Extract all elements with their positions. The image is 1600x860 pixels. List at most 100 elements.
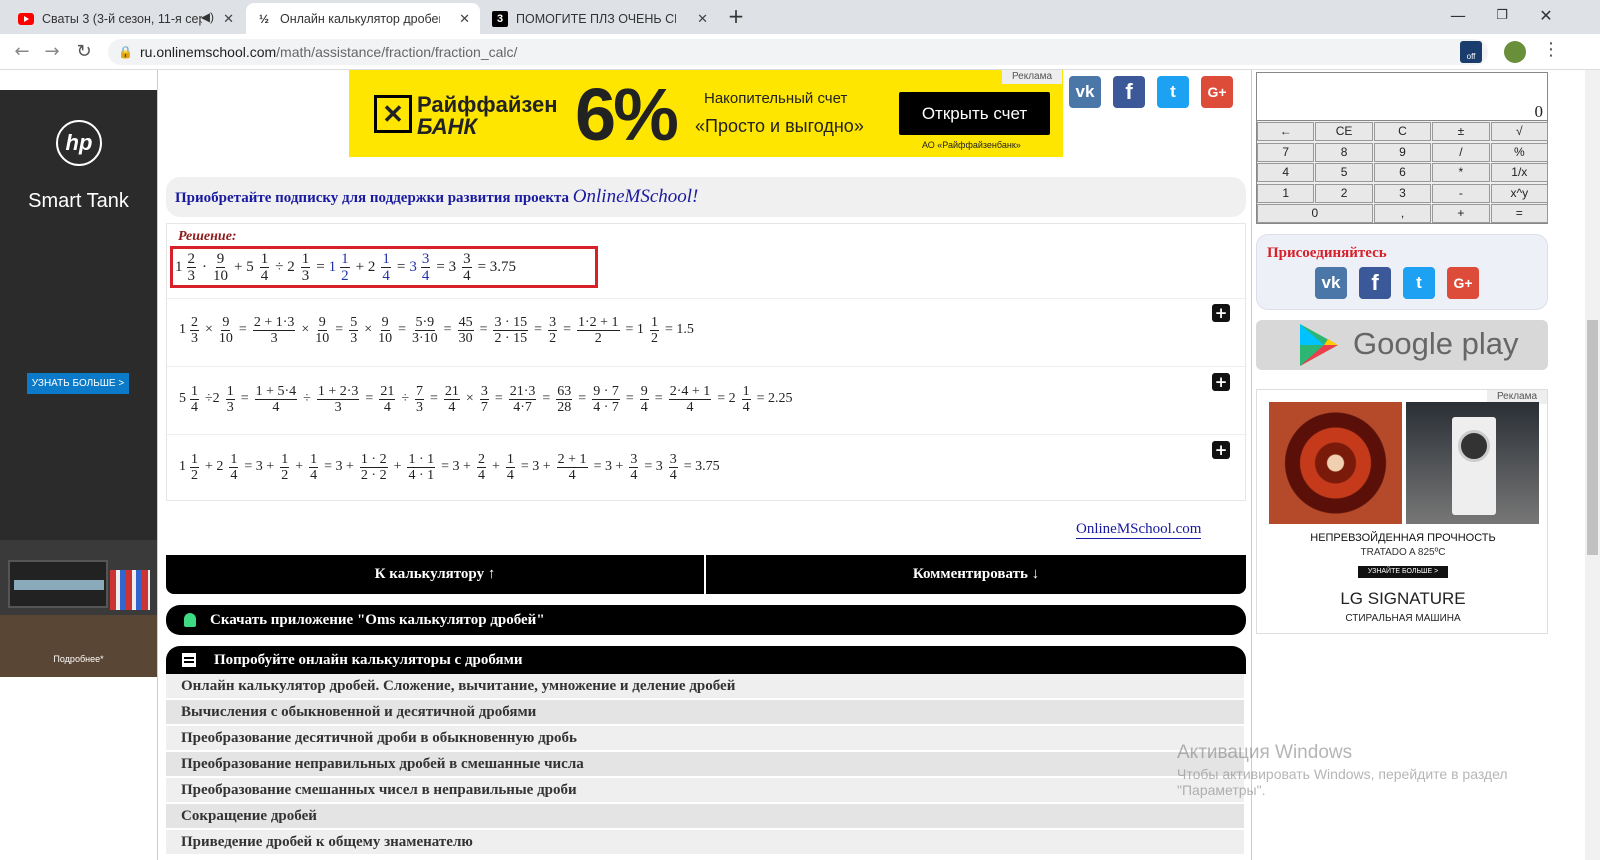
scrollbar-thumb[interactable] <box>1587 320 1598 555</box>
numerator: 9 <box>215 250 226 268</box>
math-operator: ÷2 <box>205 391 220 406</box>
calc-key[interactable]: √ <box>1490 122 1548 141</box>
calculator-link[interactable]: Сокращение дробей <box>166 804 1244 829</box>
close-tab-icon[interactable]: ✕ <box>459 11 470 27</box>
facebook-share-icon[interactable]: f <box>1113 76 1145 108</box>
vk-join-icon[interactable]: vk <box>1315 267 1347 299</box>
download-app-button[interactable]: Скачать приложение "Oms калькулятор дроб… <box>166 605 1246 635</box>
googleplus-join-icon[interactable]: G+ <box>1447 267 1479 299</box>
calculator-link[interactable]: Преобразование неправильных дробей в сме… <box>166 752 1244 777</box>
calc-key[interactable]: 8 <box>1315 142 1373 162</box>
denominator: 2 · 2 <box>360 467 387 483</box>
fraction: 14 <box>258 251 272 284</box>
minimize-icon[interactable]: — <box>1440 4 1476 28</box>
fraction: 9 10 <box>376 315 394 346</box>
subscribe-banner[interactable]: Приобретайте подписку для поддержки разв… <box>166 177 1246 217</box>
calc-key[interactable]: x^y <box>1490 183 1548 203</box>
googleplus-share-icon[interactable]: G+ <box>1201 76 1233 108</box>
extension-icon[interactable]: off <box>1460 41 1482 63</box>
calc-key[interactable]: 2 <box>1315 183 1373 203</box>
fraction: 24 <box>475 452 488 483</box>
expand-step-3-button[interactable]: + <box>1212 441 1230 459</box>
left-banner-ad[interactable]: hp Smart Tank УЗНАТЬ БОЛЬШЕ > Подробнее* <box>0 90 157 677</box>
audio-icon[interactable]: ◀) <box>201 10 214 24</box>
calc-key[interactable]: , <box>1373 204 1432 223</box>
google-play-button[interactable]: Google play <box>1256 320 1548 370</box>
close-tab-icon[interactable]: ✕ <box>697 11 708 27</box>
back-icon[interactable]: ← <box>10 40 34 64</box>
whole-number: 1 <box>328 258 337 275</box>
onlinemschool-link[interactable]: OnlineMSchool.com <box>1076 521 1202 539</box>
fraction: 23 <box>188 315 201 346</box>
ad-cta-button[interactable]: УЗНАТЬ БОЛЬШЕ > <box>27 373 129 394</box>
calc-key[interactable]: % <box>1490 142 1548 162</box>
calc-key[interactable]: 7 <box>1257 142 1315 162</box>
url-field[interactable]: 🔒 ru.onlinemschool.com/math/assistance/f… <box>108 39 1488 65</box>
calc-key[interactable]: 1/x <box>1490 163 1548 182</box>
calc-key[interactable]: ← <box>1257 122 1315 141</box>
calc-key[interactable]: 6 <box>1373 163 1432 182</box>
calc-key[interactable]: ± <box>1432 122 1490 141</box>
join-title: Присоединяйтесь <box>1267 245 1387 261</box>
close-window-icon[interactable]: ✕ <box>1528 4 1564 28</box>
reload-icon[interactable]: ↻ <box>72 40 96 64</box>
whole-number: 3 <box>409 258 417 275</box>
expand-step-2-button[interactable]: + <box>1212 373 1230 391</box>
calc-key[interactable]: = <box>1490 204 1548 223</box>
math-operator: = <box>443 322 452 337</box>
try-calculators-header[interactable]: Попробуйте онлайн калькуляторы с дробями <box>166 646 1246 674</box>
calc-key[interactable]: 5 <box>1315 163 1373 182</box>
lg-cta-button[interactable]: УЗНАЙТЕ БОЛЬШЕ > <box>1358 566 1448 578</box>
fraction: 14 <box>227 452 240 483</box>
fraction: 2 + 1·3 3 <box>251 315 298 346</box>
ad-label[interactable]: Реклама <box>1002 70 1062 84</box>
fraction: 14 <box>740 384 753 415</box>
twitter-join-icon[interactable]: t <box>1403 267 1435 299</box>
comment-button[interactable]: Комментировать ↓ <box>706 555 1246 594</box>
calc-key[interactable]: 1 <box>1257 183 1315 203</box>
restore-icon[interactable]: ❐ <box>1484 4 1520 28</box>
numerator: 7 <box>415 383 424 400</box>
tab-znanija[interactable]: 3 ПОМОГИТЕ ПЛЗ ОЧЕНЬ СРОЧН ✕ <box>482 3 718 34</box>
calc-key[interactable]: * <box>1432 163 1490 182</box>
open-account-button[interactable]: Открыть счет <box>899 92 1050 135</box>
close-tab-icon[interactable]: ✕ <box>223 11 234 27</box>
tab-svaty[interactable]: Сваты 3 (3-й сезон, 11-я сер ◀) ✕ <box>8 3 244 34</box>
facebook-join-icon[interactable]: f <box>1359 267 1391 299</box>
calc-key[interactable]: 9 <box>1373 142 1432 162</box>
expand-step-1-button[interactable]: + <box>1212 304 1230 322</box>
raiffeisen-ad[interactable]: ✕ Райффайзен БАНК 6% Накопительный счет … <box>349 70 1063 157</box>
calc-key[interactable]: / <box>1432 142 1490 162</box>
calc-key[interactable]: 0 <box>1257 204 1373 223</box>
forward-icon[interactable]: → <box>40 40 64 64</box>
calc-key[interactable]: CE <box>1315 122 1373 141</box>
math-operator: + <box>393 459 402 474</box>
to-calculator-button[interactable]: К калькулятору ↑ <box>166 555 704 594</box>
calculator-link[interactable]: Вычисления с обыкновенной и десятичной д… <box>166 700 1244 725</box>
calc-key[interactable]: 4 <box>1257 163 1315 182</box>
calculator-link[interactable]: Преобразование десятичной дроби в обыкно… <box>166 726 1244 751</box>
calculator-display[interactable]: 0 <box>1257 73 1547 121</box>
math-operator: ÷ 2 <box>275 258 295 275</box>
profile-avatar[interactable] <box>1504 41 1526 63</box>
menu-icon[interactable]: ⋮ <box>1542 39 1560 60</box>
new-tab-button[interactable]: + <box>718 4 754 28</box>
calc-key[interactable]: C <box>1373 122 1432 141</box>
vk-share-icon[interactable]: vk <box>1069 76 1101 108</box>
calc-key[interactable]: - <box>1432 183 1490 203</box>
tab-fraction-calc[interactable]: ½ Онлайн калькулятор дробей. Вы ✕ <box>246 3 480 34</box>
lock-icon: 🔒 <box>118 45 133 59</box>
calc-key[interactable]: 3 <box>1373 183 1432 203</box>
denominator: 2 <box>341 267 349 284</box>
calculator-link[interactable]: Преобразование смешанных чисел в неправи… <box>166 778 1244 803</box>
denominator: 2 <box>191 467 198 483</box>
numerator: 2 + 1 <box>556 451 588 468</box>
twitter-share-icon[interactable]: t <box>1157 76 1189 108</box>
denominator: 3 <box>334 399 342 415</box>
scrollbar-track[interactable] <box>1585 70 1600 860</box>
calc-key[interactable]: + <box>1432 204 1490 223</box>
lg-ad[interactable]: Реклама НЕПРЕВЗОЙДЕННАЯ ПРОЧНОСТЬ TRATAD… <box>1256 389 1548 634</box>
calculator-link[interactable]: Приведение дробей к общему знаменателю <box>166 830 1244 855</box>
calculator-link[interactable]: Онлайн калькулятор дробей. Сложение, выч… <box>166 674 1244 699</box>
fraction: 21·3 4·7 <box>507 384 539 415</box>
